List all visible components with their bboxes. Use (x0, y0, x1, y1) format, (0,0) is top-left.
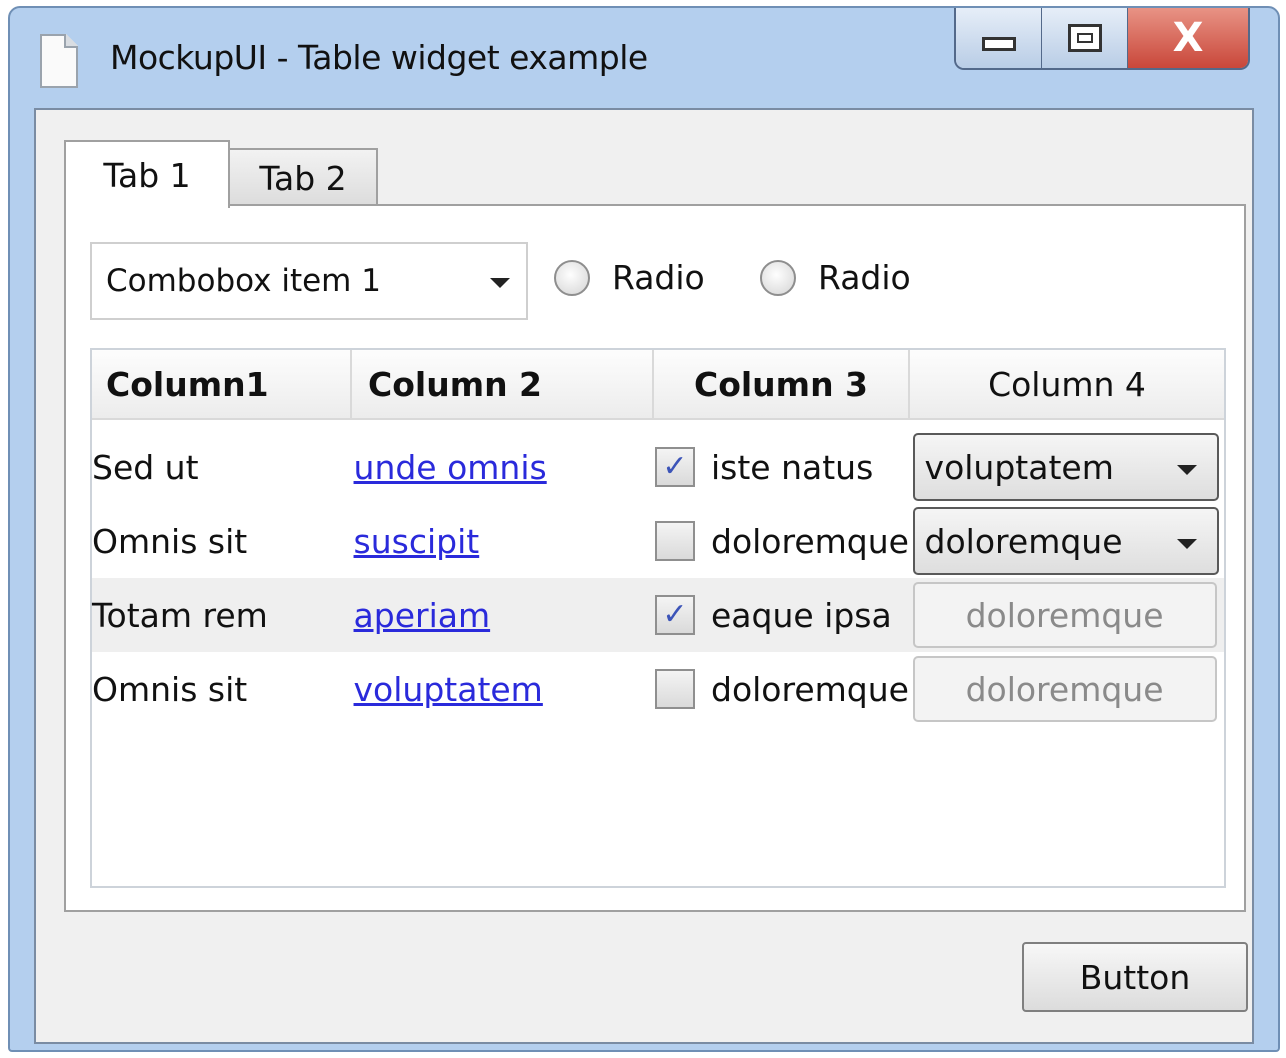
tab-panel: Combobox item 1 Radio Radio Column1 Colu… (64, 204, 1246, 912)
minimize-icon (981, 37, 1016, 51)
cell-col2: suscipit (354, 504, 655, 578)
cell-col2: aperiam (354, 578, 655, 652)
table-row: Omnis sit voluptatem doloremque doloremq… (92, 652, 1224, 726)
checkbox-label: eaque ipsa (711, 595, 892, 635)
tab-1[interactable]: Tab 1 (64, 140, 230, 208)
cell-col3: ✓ eaque ipsa (655, 578, 911, 652)
combobox-value: Combobox item 1 (106, 263, 381, 299)
table-row: Omnis sit suscipit doloremque doloremque (92, 504, 1224, 578)
cell-col3: doloremque (655, 652, 911, 726)
column-header-2[interactable]: Column 2 (352, 350, 654, 420)
maximize-button[interactable] (1042, 8, 1128, 68)
dropdown-value: voluptatem (924, 447, 1114, 487)
row-link[interactable]: voluptatem (354, 670, 543, 709)
row-button-disabled: doloremque (912, 656, 1217, 722)
row-dropdown[interactable]: doloremque (912, 507, 1219, 575)
row-link[interactable]: suscipit (354, 522, 480, 561)
minimize-button[interactable] (956, 8, 1042, 68)
table-row: Sed ut unde omnis ✓ iste natus voluptate… (92, 430, 1224, 504)
dropdown-arrow-icon (1176, 465, 1197, 475)
window-client-area: Tab 1 Tab 2 Combobox item 1 Radio Radio … (34, 108, 1254, 1044)
cell-col1: Omnis sit (92, 521, 248, 561)
checkmark-icon: ✓ (662, 597, 688, 632)
maximize-icon (1067, 24, 1102, 52)
title-bar[interactable]: MockupUI - Table widget example X (10, 8, 1278, 108)
main-button[interactable]: Button (1022, 942, 1248, 1012)
window-controls: X (954, 8, 1250, 70)
cell-col4: voluptatem (911, 430, 1224, 504)
cell-col1: Totam rem (92, 595, 268, 635)
window-title: MockupUI - Table widget example (110, 38, 648, 77)
checkbox-unchecked[interactable] (655, 521, 695, 561)
column-header-1[interactable]: Column1 (92, 350, 352, 420)
dropdown-arrow-icon (490, 278, 510, 288)
document-icon (40, 34, 78, 88)
table-row: Totam rem aperiam ✓ eaque ipsa doloremqu… (92, 578, 1224, 652)
row-button-disabled: doloremque (912, 582, 1217, 648)
radio-button-1[interactable]: Radio (554, 258, 705, 297)
checkbox-label: doloremque (711, 521, 909, 561)
cell-col1: Sed ut (92, 447, 199, 487)
cell-col2: unde omnis (354, 430, 655, 504)
radio-circle-icon[interactable] (554, 259, 590, 296)
dropdown-value: doloremque (924, 521, 1123, 561)
radio-button-2[interactable]: Radio (760, 258, 911, 297)
row-link[interactable]: unde omnis (354, 448, 547, 487)
data-table: Column1 Column 2 Column 3 Column 4 Sed u… (90, 348, 1226, 888)
row-dropdown[interactable]: voluptatem (912, 433, 1219, 501)
radio-circle-icon[interactable] (760, 259, 796, 296)
table-header: Column1 Column 2 Column 3 Column 4 (92, 350, 1224, 420)
radio-label: Radio (612, 258, 705, 297)
checkmark-icon: ✓ (662, 449, 688, 484)
checkbox-checked[interactable]: ✓ (655, 595, 695, 635)
checkbox-unchecked[interactable] (655, 669, 695, 709)
column-header-4[interactable]: Column 4 (910, 350, 1224, 420)
close-icon: X (1172, 15, 1204, 61)
tab-2[interactable]: Tab 2 (228, 148, 378, 206)
dropdown-arrow-icon (1176, 539, 1197, 549)
cell-col1: Omnis sit (92, 669, 248, 709)
checkbox-checked[interactable]: ✓ (655, 447, 695, 487)
cell-col2: voluptatem (354, 652, 655, 726)
row-link[interactable]: aperiam (354, 596, 491, 635)
column-header-3[interactable]: Column 3 (654, 350, 910, 420)
combobox[interactable]: Combobox item 1 (90, 242, 528, 320)
checkbox-label: doloremque (711, 669, 909, 709)
cell-col4: doloremque (911, 578, 1224, 652)
cell-col3: ✓ iste natus (655, 430, 911, 504)
cell-col3: doloremque (655, 504, 911, 578)
close-button[interactable]: X (1128, 8, 1248, 68)
app-window: MockupUI - Table widget example X Tab 1 … (8, 6, 1280, 1052)
cell-col4: doloremque (911, 504, 1224, 578)
radio-label: Radio (818, 258, 911, 297)
checkbox-label: iste natus (711, 447, 874, 487)
cell-col4: doloremque (911, 652, 1224, 726)
